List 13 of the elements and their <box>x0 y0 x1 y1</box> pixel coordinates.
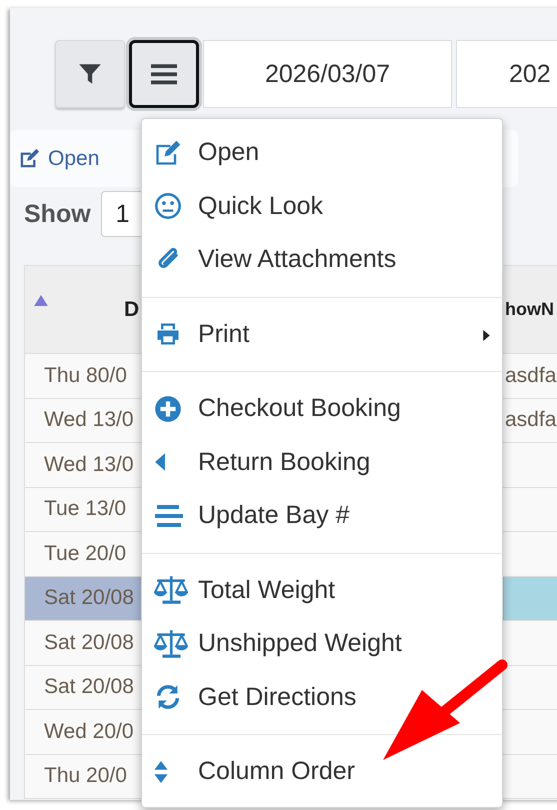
table-cell: Wed 13/0 <box>44 452 134 477</box>
show-label: Show <box>24 200 91 228</box>
table-cell: Tue 13/0 <box>44 497 126 522</box>
table-cell-text: asdfa <box>504 362 557 389</box>
table-cell: Sat 20/08 <box>44 586 134 610</box>
table-cell-text: asdfa <box>504 407 557 434</box>
table-cell: Wed 13/0 <box>44 408 134 432</box>
table-cell: Sat 20/08 <box>44 675 134 700</box>
table-cell: Thu 80/0 <box>44 364 127 388</box>
table-cell: Sat 20/08 <box>44 630 134 655</box>
table-cell: Thu 20/0 <box>44 764 127 788</box>
table-cell: Tue 20/0 <box>44 542 126 566</box>
table-cell: Wed 20/0 <box>44 720 134 744</box>
